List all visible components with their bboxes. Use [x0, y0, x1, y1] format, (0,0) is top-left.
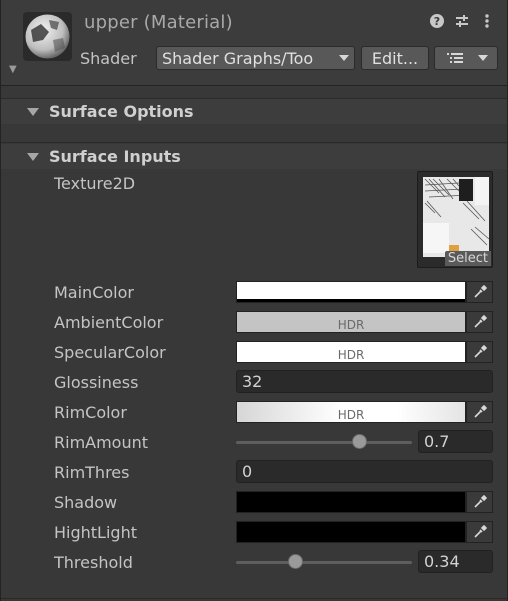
- hdr-label: HDR: [337, 318, 365, 332]
- rim-amount-slider-track[interactable]: [236, 441, 412, 444]
- foldout-arrow-icon: [27, 107, 39, 116]
- highlight-color-picker[interactable]: [466, 521, 493, 543]
- help-icon[interactable]: ?: [429, 13, 445, 29]
- preset-sliders-icon[interactable]: [454, 13, 470, 29]
- rim-thres-label: RimThres: [54, 463, 130, 482]
- surface-inputs-title: Surface Inputs: [49, 147, 181, 166]
- eyedropper-icon: [473, 315, 487, 328]
- list-icon: [447, 53, 463, 63]
- list-options-dropdown[interactable]: [434, 46, 498, 70]
- material-title: upper (Material): [84, 12, 233, 33]
- texture2d-label: Texture2D: [54, 174, 136, 193]
- rim-amount-input[interactable]: 0.7: [418, 430, 493, 453]
- threshold-slider-track[interactable]: [236, 561, 412, 564]
- rim-color-label: RimColor: [54, 403, 127, 422]
- glossiness-label: Glossiness: [54, 373, 139, 392]
- material-preview-thumbnail[interactable]: [23, 12, 72, 61]
- eyedropper-icon: [473, 405, 487, 418]
- shadow-color-field[interactable]: [236, 491, 466, 513]
- highlight-color-field[interactable]: [236, 521, 466, 543]
- glossiness-input[interactable]: 32: [236, 370, 493, 393]
- main-color-picker[interactable]: [466, 281, 493, 303]
- surface-options-title: Surface Options: [49, 102, 194, 121]
- specular-color-label: SpecularColor: [54, 343, 166, 362]
- rim-thres-input[interactable]: 0: [236, 460, 493, 483]
- texture2d-slot[interactable]: Select: [417, 171, 493, 268]
- chevron-down-icon: [339, 55, 349, 61]
- shadow-color-picker[interactable]: [466, 491, 493, 513]
- hdr-label: HDR: [337, 348, 365, 362]
- foldout-arrow-icon: [27, 152, 39, 161]
- rim-color-field[interactable]: HDR: [236, 401, 466, 423]
- eyedropper-icon: [473, 285, 487, 298]
- texture-select-button[interactable]: Select: [444, 251, 491, 266]
- surface-options-foldout[interactable]: Surface Options: [1, 99, 507, 124]
- shader-dropdown-value: Shader Graphs/Too: [162, 48, 314, 68]
- kebab-menu-icon[interactable]: [479, 13, 495, 29]
- main-color-label: MainColor: [54, 283, 134, 302]
- eyedropper-icon: [473, 495, 487, 508]
- threshold-input[interactable]: 0.34: [418, 550, 493, 573]
- ambient-color-picker[interactable]: [466, 311, 493, 333]
- highlight-label: HightLight: [54, 523, 137, 542]
- specular-color-field[interactable]: HDR: [236, 341, 466, 363]
- divider: [1, 598, 507, 599]
- threshold-label: Threshold: [54, 553, 133, 572]
- rim-color-picker[interactable]: [466, 401, 493, 423]
- hdr-label: HDR: [337, 408, 365, 422]
- chevron-down-icon: [478, 55, 488, 61]
- rim-amount-label: RimAmount: [54, 433, 149, 452]
- shader-dropdown[interactable]: Shader Graphs/Too: [156, 46, 355, 70]
- edit-shader-button[interactable]: Edit...: [361, 46, 429, 70]
- threshold-slider-thumb[interactable]: [288, 554, 304, 569]
- eyedropper-icon: [473, 345, 487, 358]
- shadow-label: Shadow: [54, 493, 118, 512]
- ambient-color-field[interactable]: HDR: [236, 311, 466, 333]
- preview-foldout-arrow[interactable]: ▼: [9, 64, 17, 75]
- eyedropper-icon: [473, 525, 487, 538]
- surface-inputs-foldout[interactable]: Surface Inputs: [1, 144, 507, 169]
- ambient-color-label: AmbientColor: [54, 313, 164, 332]
- shader-label: Shader: [80, 49, 137, 68]
- specular-color-picker[interactable]: [466, 341, 493, 363]
- material-header: ▼ upper (Material) ? Shader Shader Graph…: [1, 0, 507, 86]
- main-color-field[interactable]: [236, 281, 466, 303]
- rim-amount-slider-thumb[interactable]: [351, 434, 367, 449]
- alpha-bar: [237, 299, 465, 302]
- divider: [1, 142, 507, 143]
- svg-text:?: ?: [434, 15, 440, 28]
